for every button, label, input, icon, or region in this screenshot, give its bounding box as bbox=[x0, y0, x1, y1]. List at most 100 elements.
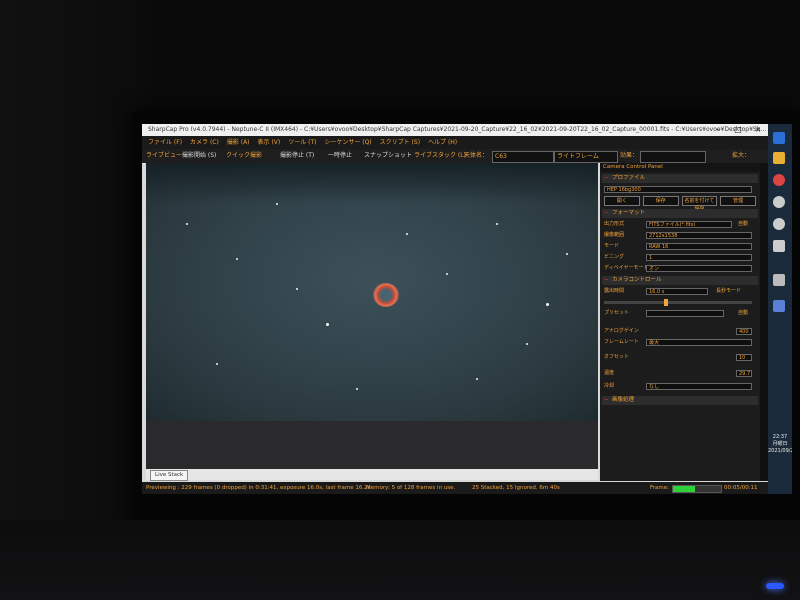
star bbox=[496, 223, 498, 225]
frame-label: Frame: bbox=[650, 485, 669, 491]
output-auto-label: 自動 bbox=[738, 221, 749, 227]
exposure-row: 露出時間 16.0 s 長秒モード bbox=[604, 287, 756, 296]
pause-button[interactable]: 一時停止 bbox=[328, 149, 352, 163]
effect-label: 効果： bbox=[620, 152, 639, 159]
star bbox=[276, 203, 278, 205]
temperature-label: 温度 bbox=[604, 370, 615, 376]
offset-input[interactable]: 10 bbox=[736, 354, 752, 361]
cooler-select[interactable]: なし bbox=[646, 383, 752, 390]
profile-open-button[interactable]: 開く bbox=[604, 196, 640, 206]
object-name-input[interactable]: C63 bbox=[492, 151, 554, 163]
menu-help[interactable]: ヘルプ (H) bbox=[428, 136, 457, 149]
framerate-select[interactable]: 最大 bbox=[646, 339, 752, 346]
gain-row: アナログゲイン 400 bbox=[604, 327, 756, 336]
maximize-icon[interactable]: □ bbox=[728, 124, 748, 136]
panel-title: Camera Control Panel bbox=[600, 163, 768, 172]
status-bar: Previewing : 229 frames (0 dropped) in 0… bbox=[142, 482, 768, 494]
file-explorer-icon[interactable] bbox=[773, 152, 785, 164]
output-format-row: 出力形式 FITSファイル(*.fits) 自動 bbox=[604, 220, 756, 229]
window-controls: – □ × bbox=[708, 124, 768, 136]
star bbox=[236, 258, 238, 260]
star bbox=[546, 303, 549, 306]
app-icon[interactable] bbox=[773, 274, 785, 286]
binning-label: ビニング bbox=[604, 254, 625, 260]
cooler-row: 冷却 なし bbox=[604, 382, 756, 391]
camera-control-panel: Camera Control Panel プロファイル HEP 16bg300 … bbox=[600, 163, 768, 481]
profile-select-row: HEP 16bg300 bbox=[604, 185, 756, 194]
menu-scripting[interactable]: スクリプト (S) bbox=[380, 136, 420, 149]
menu-file[interactable]: ファイル (F) bbox=[148, 136, 182, 149]
title-bar: SharpCap Pro (v4.0.7944) - Neptune-C II … bbox=[142, 124, 768, 136]
clock-date: 2021/09/20 bbox=[768, 448, 792, 454]
exposure-input[interactable]: 16.0 s bbox=[646, 288, 708, 295]
star bbox=[356, 388, 358, 390]
stop-capture-button[interactable]: 撮影停止 (T) bbox=[280, 149, 314, 163]
sharpcap-icon[interactable] bbox=[773, 300, 785, 312]
camera-control-section[interactable]: カメラコントロール bbox=[602, 276, 758, 285]
profile-section[interactable]: プロファイル bbox=[602, 174, 758, 183]
output-format-select[interactable]: FITSファイル(*.fits) bbox=[646, 221, 732, 228]
binning-select[interactable]: 1 bbox=[646, 254, 752, 261]
app-icon[interactable] bbox=[773, 240, 785, 252]
resolution-label: 撮像範囲 bbox=[604, 232, 625, 238]
tab-live-stack[interactable]: Live Stack bbox=[150, 470, 189, 481]
gain-input[interactable]: 400 bbox=[736, 328, 752, 335]
snapshot-button[interactable]: スナップショット bbox=[364, 149, 412, 163]
quick-capture-button[interactable]: クイック撮影 bbox=[226, 149, 262, 163]
capture-image[interactable] bbox=[146, 163, 598, 421]
debayer-label: ディベイヤーモード bbox=[604, 265, 649, 271]
clock-time: 22:37 bbox=[772, 434, 788, 440]
exposure-slider[interactable] bbox=[604, 299, 752, 306]
profile-select[interactable]: HEP 16bg300 bbox=[604, 186, 752, 193]
menu-tools[interactable]: ツール (T) bbox=[288, 136, 316, 149]
object-name-label: 天体名： bbox=[464, 152, 489, 159]
menu-sequencer[interactable]: シーケンサー (Q) bbox=[325, 136, 372, 149]
windows-taskbar: 22:37 月曜日 2021/09/20 bbox=[768, 124, 792, 494]
windows-start-icon[interactable] bbox=[773, 132, 785, 144]
taskbar-clock[interactable]: 22:37 月曜日 2021/09/20 bbox=[768, 434, 792, 455]
preset-select[interactable] bbox=[646, 310, 724, 317]
effect-select[interactable] bbox=[640, 151, 706, 163]
app-icon[interactable] bbox=[773, 196, 785, 208]
exposure-label: 露出時間 bbox=[604, 288, 625, 294]
preview-status: Previewing : 229 frames (0 dropped) in 0… bbox=[146, 485, 371, 491]
minimize-icon[interactable]: – bbox=[708, 124, 728, 136]
profile-save-button[interactable]: 保存 bbox=[642, 196, 679, 206]
resolution-row: 撮像範囲 2712x1538 bbox=[604, 231, 756, 240]
profile-save-as-button[interactable]: 名前を付けて保存 bbox=[681, 196, 718, 212]
star bbox=[296, 288, 298, 290]
live-stack-button[interactable]: ライブスタック (L) bbox=[414, 149, 466, 163]
long-exposure-checkbox[interactable]: 長秒モード bbox=[716, 287, 741, 296]
close-icon[interactable]: × bbox=[748, 124, 768, 136]
star bbox=[216, 363, 218, 365]
color-mode-select[interactable]: RAW 16 bbox=[646, 243, 752, 250]
chrome-icon[interactable] bbox=[773, 174, 785, 186]
preset-row: プリセット 自動 bbox=[604, 309, 756, 318]
tab-bar: Live Stack bbox=[146, 469, 598, 481]
app-icon[interactable] bbox=[773, 218, 785, 230]
menu-view[interactable]: 表示 (V) bbox=[258, 136, 281, 149]
frame-type-select[interactable]: ライトフレーム bbox=[554, 151, 618, 163]
format-section[interactable]: フォーマット bbox=[602, 209, 758, 218]
menu-bar: ファイル (F) カメラ (C) 撮影 (A) 表示 (V) ツール (T) シ… bbox=[142, 136, 774, 149]
power-led bbox=[766, 583, 784, 589]
color-mode-label: モード bbox=[604, 243, 620, 249]
start-capture-button[interactable]: 撮影開始 (S) bbox=[182, 149, 216, 163]
profile-manage-button[interactable]: 管理 bbox=[720, 196, 756, 206]
clock-day: 月曜日 bbox=[772, 441, 788, 447]
star bbox=[186, 223, 188, 225]
ring-nebula bbox=[373, 283, 399, 307]
panel-scrollbar[interactable] bbox=[760, 163, 768, 481]
window-title: SharpCap Pro (v4.0.7944) - Neptune-C II … bbox=[148, 126, 767, 133]
debayer-row: ディベイヤーモード オン bbox=[604, 264, 756, 273]
debayer-select[interactable]: オン bbox=[646, 265, 752, 272]
image-border bbox=[146, 421, 598, 469]
image-processing-section[interactable]: 画像処理 bbox=[602, 396, 758, 405]
resolution-select[interactable]: 2712x1538 bbox=[646, 232, 752, 239]
menu-camera[interactable]: カメラ (C) bbox=[190, 136, 219, 149]
live-view-button[interactable]: ライブビュー bbox=[146, 149, 182, 163]
color-mode-row: モード RAW 16 bbox=[604, 242, 756, 251]
output-format-label: 出力形式 bbox=[604, 221, 625, 227]
menu-capture[interactable]: 撮影 (A) bbox=[227, 136, 250, 149]
temperature-value: 29.7 bbox=[736, 370, 752, 377]
